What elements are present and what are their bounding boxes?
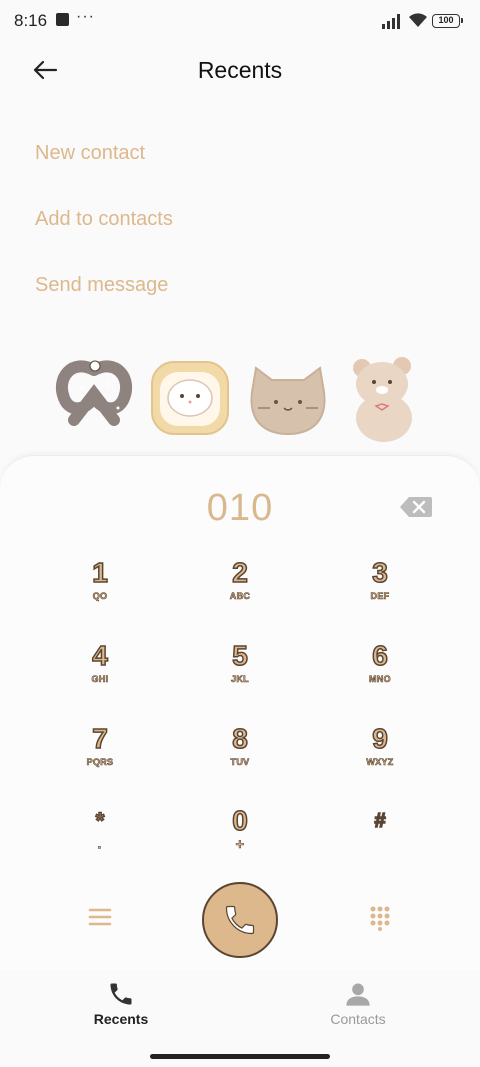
- key-digit: 4: [91, 640, 108, 672]
- backspace-icon: [400, 497, 432, 517]
- key-0[interactable]: 0 +: [175, 805, 305, 876]
- key-digit: 7: [91, 723, 108, 755]
- wifi-icon: [409, 13, 427, 27]
- cat-sticker: [250, 366, 326, 436]
- tab-label: Contacts: [330, 1011, 386, 1027]
- key-3[interactable]: 3 DEF: [315, 557, 445, 628]
- key-letters: DEF: [370, 591, 390, 602]
- key-7[interactable]: 7 PQRS: [35, 723, 165, 794]
- key-star[interactable]: * ·: [35, 806, 165, 876]
- dialpad-toggle-button[interactable]: [369, 905, 391, 931]
- key-letters: ABC: [229, 591, 251, 602]
- key-digit: 8: [231, 723, 248, 755]
- battery-icon: 100: [432, 14, 463, 28]
- phone-icon: [110, 983, 132, 1005]
- key-1[interactable]: 1 QO: [35, 557, 165, 628]
- key-2[interactable]: 2 ABC: [175, 557, 305, 628]
- home-indicator[interactable]: [150, 1054, 330, 1059]
- key-hash[interactable]: #: [315, 806, 445, 876]
- tab-contacts[interactable]: Contacts: [278, 970, 438, 1034]
- key-digit: 1: [91, 557, 108, 589]
- bear-sticker: [353, 357, 412, 442]
- add-to-contacts-link[interactable]: Add to contacts: [35, 208, 173, 231]
- pretzel-sticker: [56, 360, 132, 426]
- key-digit: *: [95, 807, 105, 834]
- status-bar: 8:16 ··· 100: [0, 0, 480, 44]
- more-notifications-icon: ···: [76, 8, 95, 25]
- key-letters: MNO: [369, 674, 391, 685]
- send-message-link[interactable]: Send message: [35, 274, 168, 297]
- key-letters: JKL: [231, 674, 249, 685]
- notification-icon: [56, 13, 69, 26]
- key-letters: GHI: [91, 674, 109, 685]
- sticker-row: [52, 348, 432, 448]
- key-digit: 2: [231, 557, 248, 589]
- key-digit: 9: [371, 723, 388, 755]
- menu-button[interactable]: [88, 906, 112, 928]
- key-digit: #: [374, 809, 387, 833]
- key-4[interactable]: 4 GHI: [35, 640, 165, 711]
- backspace-button[interactable]: [399, 496, 433, 518]
- bunny-toast-sticker: [151, 361, 229, 435]
- page-title: Recents: [197, 57, 283, 83]
- key-digit: 5: [231, 640, 248, 672]
- menu-icon: [88, 908, 112, 926]
- key-letters: ·: [97, 839, 103, 856]
- dialpad-icon: [370, 906, 390, 931]
- bottom-nav: Recents Contacts: [0, 970, 480, 1067]
- key-letters: QO: [92, 591, 108, 602]
- tab-label: Recents: [93, 1011, 149, 1027]
- tab-recents[interactable]: Recents: [41, 970, 201, 1034]
- person-icon: [346, 983, 370, 1006]
- key-letters: WXYZ: [366, 757, 394, 768]
- key-letters: PQRS: [86, 757, 114, 768]
- key-9[interactable]: 9 WXYZ: [315, 723, 445, 794]
- key-5[interactable]: 5 JKL: [175, 640, 305, 711]
- call-button[interactable]: [202, 882, 278, 958]
- phone-icon: [225, 905, 255, 935]
- new-contact-link[interactable]: New contact: [35, 142, 145, 165]
- status-time: 8:16: [14, 11, 48, 30]
- key-letters: +: [235, 836, 245, 854]
- key-6[interactable]: 6 MNO: [315, 640, 445, 711]
- key-digit: 3: [371, 557, 388, 589]
- key-digit: 0: [231, 805, 248, 837]
- signal-icon: [382, 14, 400, 29]
- key-8[interactable]: 8 TUV: [175, 723, 305, 794]
- key-letters: TUV: [230, 757, 250, 768]
- key-digit: 6: [371, 640, 388, 672]
